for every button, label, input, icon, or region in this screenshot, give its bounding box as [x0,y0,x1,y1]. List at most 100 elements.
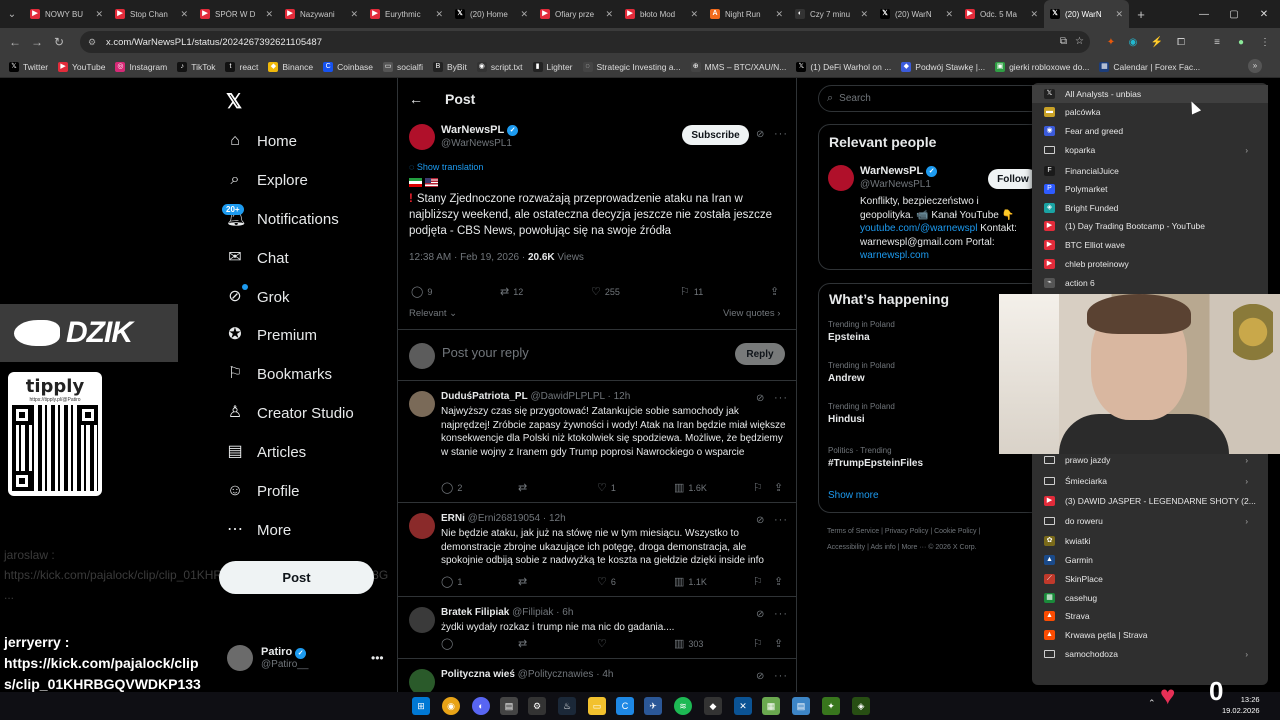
bookmark-item[interactable]: ⊕ MMS – BTC/XAU/N... [686,61,792,72]
bookmark-menu-item[interactable]: ◈ Bright Funded [1032,199,1268,217]
reply-action[interactable]: ◯ [441,637,457,650]
close-tab-icon[interactable]: ✕ [350,9,358,20]
chrome-icon[interactable]: ◉ [442,697,460,715]
bookmark-item[interactable]: t react [220,61,263,72]
author-name[interactable]: WarNewsPL [441,124,504,136]
browser-tab[interactable]: ▶ Odc. 5 Ma ✕ [959,0,1044,28]
bookmark-item[interactable]: C Coinbase [318,61,378,72]
nav-item-grok[interactable]: ⊘ Grok [226,285,289,309]
windows-start-icon[interactable]: ⊞ [412,697,430,715]
youtube-link[interactable]: youtube.com/@warnewspl [860,223,977,234]
account-switcher[interactable]: Patiro ✓ @Patiro__ [227,645,308,671]
bookmark-item[interactable]: ▮ Lighter [528,61,578,72]
bookmark-menu-item[interactable]: ▦ casehug [1032,589,1268,607]
avatar[interactable] [409,669,435,692]
footer-links[interactable]: Accessibility | Ads info | More ··· © 20… [827,544,977,551]
share-action[interactable]: ⇪ [774,481,787,494]
person-avatar[interactable] [828,165,854,191]
repost-action[interactable]: ⇄ 12 [500,285,523,298]
more-options-icon[interactable]: ··· [774,670,788,682]
app-icon[interactable]: ◈ [852,697,870,715]
bookmark-action[interactable]: ⚐ [753,481,767,494]
nav-item-creator-studio[interactable]: ♙ Creator Studio [226,401,354,425]
repost-action[interactable]: ⇄ [518,637,531,650]
profile-avatar-icon[interactable]: ● [1230,28,1252,56]
close-tab-icon[interactable]: ✕ [95,9,103,20]
browser-tab[interactable]: A Night Run ✕ [704,0,789,28]
close-tab-icon[interactable]: ✕ [1030,9,1038,20]
subscribe-button[interactable]: Subscribe [682,125,749,145]
more-options-icon[interactable]: ··· [774,392,788,404]
trend-item[interactable]: Trending in Poland Andrew [828,361,895,384]
new-tab-button[interactable]: + [1129,7,1153,22]
bookmark-item[interactable]: ▣ gierki robloxowe do... [990,61,1094,72]
grok-icon[interactable]: ⊘ [756,129,764,140]
close-window-icon[interactable]: ✕ [1248,0,1280,28]
star-icon[interactable]: ☆ [1075,36,1084,47]
close-tab-icon[interactable]: ✕ [605,9,613,20]
bookmark-menu-item[interactable]: ▲ Strava [1032,607,1268,625]
nav-item-profile[interactable]: ☺ Profile [226,479,300,503]
reply-button[interactable]: Reply [735,343,785,365]
sort-relevant-dropdown[interactable]: Relevant ⌄ [409,308,457,319]
bookmark-action[interactable]: ⚐ [753,637,767,650]
settings-icon[interactable]: ⚙ [528,697,546,715]
views-action[interactable]: ▥ 1.6K [674,481,707,494]
like-action[interactable]: ♡ 255 [591,285,620,298]
app-icon[interactable]: ✈ [644,697,662,715]
bookmark-item[interactable]: ◆ Podwój Stawkę |... [896,61,990,72]
extension-icon[interactable]: ✦ [1100,28,1122,56]
grok-icon[interactable]: ⊘ [756,671,764,682]
close-tab-icon[interactable]: ✕ [690,9,698,20]
back-arrow-icon[interactable]: ← [409,91,423,107]
back-icon[interactable]: ← [4,28,26,56]
bookmark-item[interactable]: 𝕏 (1) DeFi Warhol on ... [791,61,896,72]
bookmark-menu-item[interactable]: ⟋ SkinPlace [1032,570,1268,588]
footer-links[interactable]: Terms of Service | Privacy Policy | Cook… [827,528,980,535]
like-action[interactable]: ♡ 1 [597,481,616,494]
app-icon[interactable]: ✦ [822,697,840,715]
bookmark-item[interactable]: ◎ Instagram [110,61,172,72]
browser-tab[interactable]: ▶ Stop Chan ✕ [109,0,194,28]
bookmark-menu-item[interactable]: ▲ Krwawa pętla | Strava [1032,626,1268,644]
notepad-icon[interactable]: ▤ [792,697,810,715]
trend-item[interactable]: Politics · Trending #TrumpEpsteinFiles [828,446,923,469]
nav-item-more[interactable]: ⋯ More [226,518,291,542]
nav-item-explore[interactable]: ⌕ Explore [226,168,308,192]
bookmark-item[interactable]: ♪ TikTok [172,61,220,72]
trend-item[interactable]: Trending in Poland Hindusi [828,402,895,425]
browser-tab[interactable]: ▶ NOWY BU ✕ [24,0,109,28]
share-action[interactable]: ⇪ [774,575,787,588]
bookmark-menu-item[interactable]: ◉ Fear and greed [1032,122,1268,140]
person-info[interactable]: WarNewsPL ✓ @WarNewsPL1 [860,165,938,190]
close-tab-icon[interactable]: ✕ [775,9,783,20]
nav-item-chat[interactable]: ✉ Chat [226,246,288,270]
browser-tab[interactable]: 𝕏 (20) WarN ✕ [1044,0,1129,28]
tab-search-icon[interactable]: ⌄ [0,0,24,28]
browser-tab[interactable]: 𝕏 (20) Home ✕ [449,0,534,28]
reply-post[interactable]: ERNi @Erni26819054 · 12h ⊘ ··· Nie będzie… [398,503,796,597]
forward-icon[interactable]: → [26,28,48,56]
bookmark-menu-item[interactable]: ▶ (1) Day Trading Bootcamp - YouTube [1032,217,1268,235]
bookmark-folder-item[interactable]: do roweru › [1032,512,1268,530]
trend-item[interactable]: Trending in Poland Epsteina [828,320,895,343]
bookmark-menu-item[interactable]: ✿ kwiatki [1032,532,1268,550]
close-tab-icon[interactable]: ✕ [1115,9,1123,20]
nav-item-home[interactable]: ⌂ Home [226,129,297,153]
post-author[interactable]: WarNewsPL ✓ @WarNewsPL1 [441,124,519,149]
extension-icon[interactable]: ◉ [1122,28,1144,56]
more-options-icon[interactable]: ··· [774,128,788,140]
grok-icon[interactable]: ⊘ [756,515,764,526]
avatar[interactable] [409,513,435,539]
app-icon[interactable]: ▤ [500,697,518,715]
bookmark-action[interactable]: ⚐ 11 [680,285,703,298]
browser-tab[interactable]: ▶ Ofiary prze ✕ [534,0,619,28]
close-tab-icon[interactable]: ✕ [860,9,868,20]
app-icon[interactable]: ◆ [704,697,722,715]
bookmark-item[interactable]: B ByBit [428,61,472,72]
more-options-icon[interactable]: ··· [774,608,788,620]
spotify-icon[interactable]: ≋ [674,697,692,715]
portal-link[interactable]: warnewspl.com [860,250,929,261]
grok-icon[interactable]: ⊘ [756,393,764,404]
author-handle[interactable]: @WarNewsPL1 [441,138,518,149]
